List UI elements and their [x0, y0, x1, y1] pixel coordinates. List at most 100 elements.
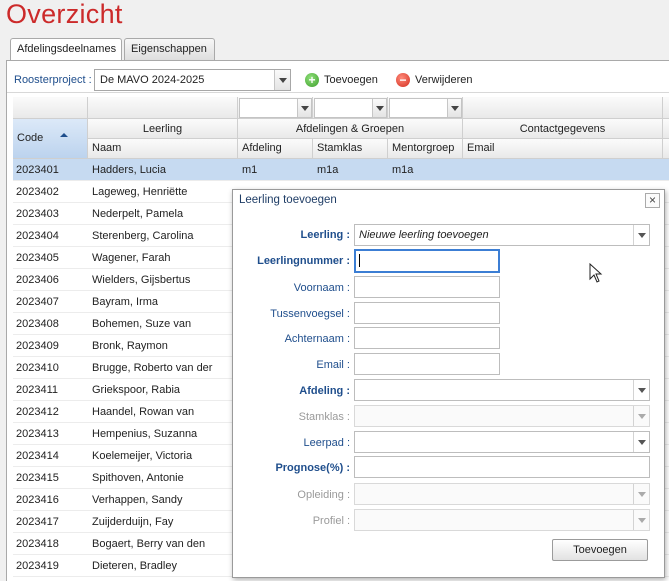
group-header-afdelingen: Afdelingen & Groepen [238, 119, 463, 139]
leerlingnummer-input[interactable] [354, 249, 500, 273]
plus-circle-icon: + [305, 73, 319, 87]
chevron-down-icon[interactable] [633, 432, 649, 452]
stamklas-label: Stamklas : [298, 411, 350, 423]
prognose-input[interactable] [354, 456, 650, 478]
cell-naam: Hadders, Lucia [92, 164, 166, 176]
leerling-select[interactable]: Nieuwe leerling toevoegen [354, 224, 650, 246]
cell-naam: Bogaert, Berry van den [92, 538, 206, 550]
cell-stamklas: m1a [317, 164, 339, 176]
project-select-value: De MAVO 2024-2025 [100, 74, 205, 86]
cell-code: 2023402 [16, 186, 59, 198]
tab-eigenschappen[interactable]: Eigenschappen [124, 38, 215, 60]
leerpad-label: Leerpad : [303, 437, 350, 449]
cell-code: 2023414 [16, 450, 59, 462]
column-header-stamklas[interactable]: Stamklas [313, 139, 388, 159]
cell-naam: Nederpelt, Pamela [92, 208, 184, 220]
remove-button[interactable]: − Verwijderen [396, 72, 486, 88]
text-caret [359, 254, 360, 267]
add-student-dialog: Leerling toevoegen × Leerling : Nieuwe l… [232, 189, 665, 578]
voornaam-label: Voornaam : [293, 282, 350, 294]
chevron-down-icon [633, 510, 649, 530]
leerpad-select[interactable] [354, 431, 650, 453]
chevron-down-icon [633, 484, 649, 504]
tussenvoegsel-input[interactable] [354, 302, 500, 324]
cell-code: 2023406 [16, 274, 59, 286]
group-header-contact: Contactgegevens [463, 119, 663, 139]
filter-cell-code [13, 97, 88, 119]
cell-code: 2023418 [16, 538, 59, 550]
chevron-down-icon [633, 406, 649, 426]
group-header-leerling: Leerling [88, 119, 238, 139]
column-header-email[interactable]: Email [463, 139, 663, 159]
submit-button[interactable]: Toevoegen [552, 539, 648, 561]
group-header-extra [663, 119, 669, 139]
chevron-down-icon[interactable] [447, 99, 461, 117]
add-button[interactable]: + Toevoegen [305, 72, 385, 88]
filter-cell-naam [88, 97, 238, 119]
afdeling-label: Afdeling : [299, 385, 350, 397]
profiel-select [354, 509, 650, 531]
filter-cell-extra [663, 97, 669, 119]
cell-code: 2023407 [16, 296, 59, 308]
filter-cell-mentorgroep [388, 97, 463, 119]
project-select[interactable]: De MAVO 2024-2025 [94, 69, 291, 91]
voornaam-input[interactable] [354, 276, 500, 298]
opleiding-select [354, 483, 650, 505]
cell-mentorgroep: m1a [392, 164, 414, 176]
chevron-down-icon[interactable] [633, 380, 649, 400]
minus-circle-icon: − [396, 73, 410, 87]
column-header-mentorgroep[interactable]: Mentorgroep [388, 139, 463, 159]
chevron-down-icon[interactable] [633, 225, 649, 245]
toolbar: Roosterproject : De MAVO 2024-2025 + Toe… [7, 67, 669, 93]
remove-button-label: Verwijderen [415, 74, 473, 86]
cell-code: 2023410 [16, 362, 59, 374]
cell-code: 2023403 [16, 208, 59, 220]
column-header-code[interactable]: Code [13, 119, 88, 159]
opleiding-label: Opleiding : [297, 489, 350, 501]
achternaam-input[interactable] [354, 327, 500, 349]
filter-cell-stamklas [313, 97, 388, 119]
stamklas-select [354, 405, 650, 427]
cell-code: 2023401 [16, 164, 59, 176]
cell-naam: Bayram, Irma [92, 296, 159, 308]
chevron-down-icon[interactable] [297, 99, 311, 117]
mouse-cursor-icon [589, 263, 603, 283]
cell-code: 2023404 [16, 230, 59, 242]
project-label: Roosterproject : [14, 74, 92, 86]
cell-naam: Lageweg, Henriëtte [92, 186, 188, 198]
dialog-title: Leerling toevoegen [239, 194, 337, 206]
cell-code: 2023405 [16, 252, 59, 264]
profiel-label: Profiel : [312, 515, 350, 527]
prognose-label: Prognose(%) : [275, 462, 350, 474]
afdeling-select[interactable] [354, 379, 650, 401]
filter-cell-afdeling [238, 97, 313, 119]
cell-code: 2023411 [16, 384, 59, 396]
cell-code: 2023409 [16, 340, 59, 352]
sort-ascending-icon [60, 133, 68, 137]
tab-afdelingsdeelnames[interactable]: Afdelingsdeelnames [10, 38, 122, 61]
tussenvoegsel-label: Tussenvoegsel : [270, 308, 350, 320]
filter-stamklas-select[interactable] [314, 98, 387, 118]
table-row[interactable]: 2023401 Hadders, Lucia m1 m1a m1a [13, 159, 669, 181]
page-title: Overzicht [6, 0, 123, 29]
cell-afdeling: m1 [242, 164, 258, 176]
chevron-down-icon[interactable] [274, 70, 290, 90]
cell-code: 2023408 [16, 318, 59, 330]
tab-panel: Roosterproject : De MAVO 2024-2025 + Toe… [6, 60, 669, 581]
close-icon[interactable]: × [645, 193, 660, 208]
filter-mentorgroep-select[interactable] [389, 98, 462, 118]
cell-code: 2023416 [16, 494, 59, 506]
cell-code: 2023412 [16, 406, 59, 418]
achternaam-label: Achternaam : [284, 333, 350, 345]
filter-cell-email [463, 97, 663, 119]
leerling-label: Leerling : [300, 229, 350, 241]
email-field[interactable] [354, 353, 500, 375]
column-header-naam[interactable]: Naam [88, 139, 238, 159]
filter-afdeling-select[interactable] [239, 98, 312, 118]
leerlingnummer-label: Leerlingnummer : [257, 255, 350, 267]
column-header-code-label: Code [17, 132, 44, 144]
chevron-down-icon[interactable] [372, 99, 386, 117]
cell-code: 2023417 [16, 516, 59, 528]
column-header-afdeling[interactable]: Afdeling [238, 139, 313, 159]
cell-naam: Dieteren, Bradley [92, 560, 177, 572]
